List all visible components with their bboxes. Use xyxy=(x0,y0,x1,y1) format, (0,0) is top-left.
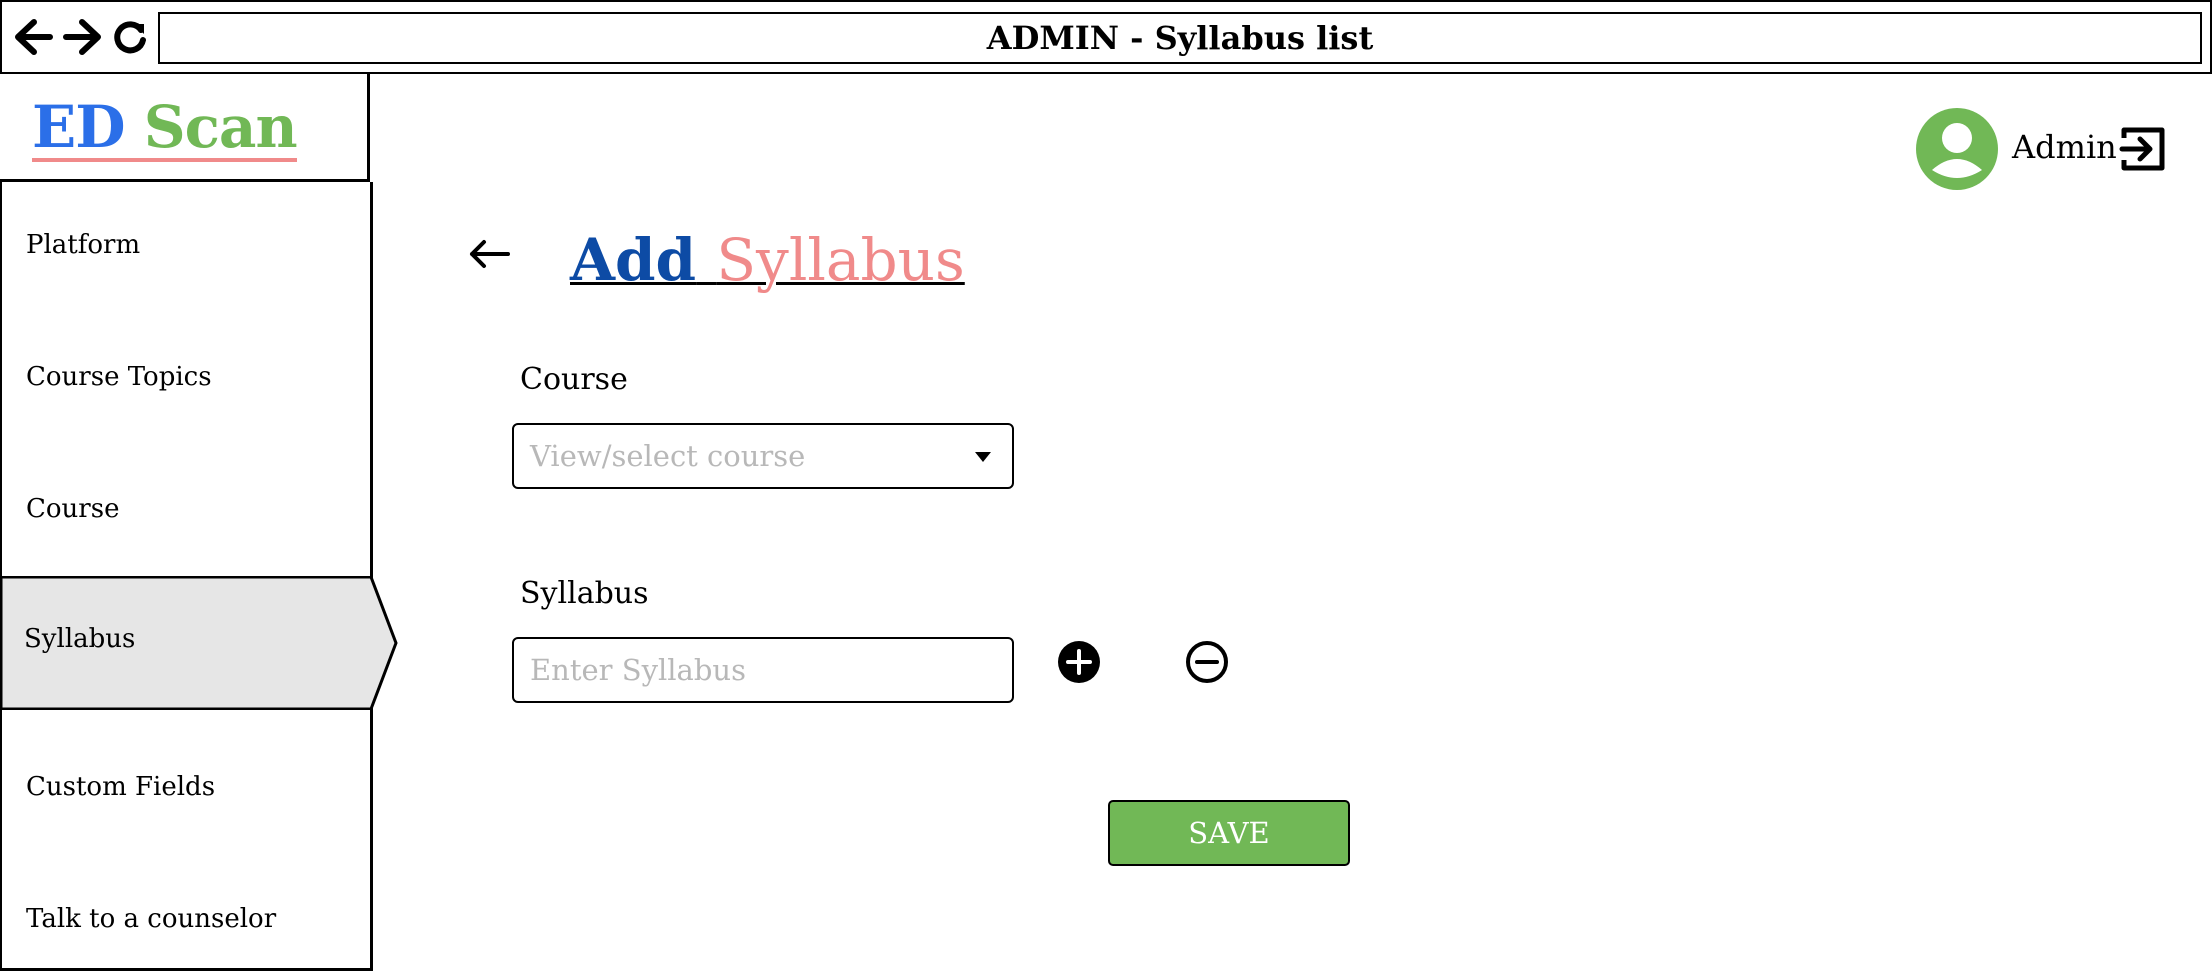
back-nav-icon[interactable] xyxy=(14,18,54,56)
page-window-title: ADMIN - Syllabus list xyxy=(986,19,1374,57)
sidebar-item-talk-to-counselor[interactable]: Talk to a counselor xyxy=(26,904,276,934)
sidebar-item-course[interactable]: Course xyxy=(26,494,119,524)
reload-icon[interactable] xyxy=(110,18,150,56)
forward-nav-icon[interactable] xyxy=(62,18,102,56)
minus-circle-icon[interactable] xyxy=(1185,640,1229,684)
logout-icon[interactable] xyxy=(2118,124,2168,174)
course-label: Course xyxy=(520,362,628,397)
user-name: Admin xyxy=(2012,128,2117,166)
user-avatar-icon[interactable] xyxy=(1916,108,1998,190)
sidebar-item-platform[interactable]: Platform xyxy=(26,230,140,260)
save-button-label: SAVE xyxy=(1188,816,1270,850)
plus-circle-icon[interactable] xyxy=(1057,640,1101,684)
syllabus-input[interactable] xyxy=(512,637,1014,703)
course-select[interactable]: View/select course xyxy=(512,423,1014,489)
sidebar-item-label-syllabus: Syllabus xyxy=(24,624,136,654)
logo-text-scan: Scan xyxy=(143,93,298,161)
arrow-left-icon[interactable] xyxy=(468,236,510,272)
sidebar-item-course-topics[interactable]: Course Topics xyxy=(26,362,212,392)
sidebar-item-syllabus[interactable]: Syllabus xyxy=(0,576,400,710)
logo-area: ED Scan xyxy=(0,74,370,182)
app-logo[interactable]: ED Scan xyxy=(32,93,298,162)
page-title-add: Add xyxy=(570,226,697,294)
syllabus-label: Syllabus xyxy=(520,576,649,611)
caret-down-icon xyxy=(975,452,991,462)
browser-toolbar: ADMIN - Syllabus list xyxy=(0,0,2212,74)
page-title-syllabus: Syllabus xyxy=(716,226,965,294)
save-button[interactable]: SAVE xyxy=(1108,800,1350,866)
page-title: Add Syllabus xyxy=(570,226,965,294)
sidebar-item-custom-fields[interactable]: Custom Fields xyxy=(26,772,215,802)
address-bar[interactable]: ADMIN - Syllabus list xyxy=(158,12,2202,64)
logo-text-ed: ED xyxy=(32,93,126,161)
course-select-placeholder: View/select course xyxy=(530,439,806,473)
